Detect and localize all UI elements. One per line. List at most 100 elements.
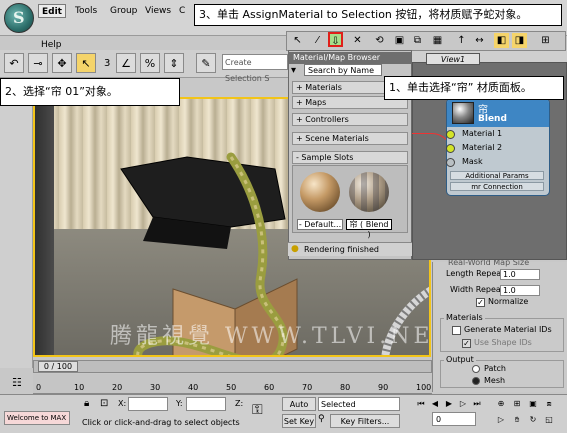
menu-views[interactable]: Views bbox=[142, 4, 174, 18]
zoom-extents-icon[interactable]: ▣ bbox=[526, 398, 540, 410]
undo-icon[interactable]: ↶ bbox=[4, 53, 24, 73]
length-repeat-label: Length Repeat: bbox=[446, 269, 507, 278]
mesh-label: Mesh bbox=[484, 376, 506, 385]
go-start-icon[interactable]: ⏮ bbox=[414, 398, 428, 410]
slot-material-2[interactable]: Material 2 bbox=[450, 142, 546, 154]
browser-search-field[interactable]: Search by Name ... bbox=[304, 64, 382, 86]
absolute-mode-icon[interactable]: ⊡ bbox=[100, 398, 108, 409]
track-tick-label: 70 bbox=[302, 383, 313, 392]
tab-view1[interactable]: View1 bbox=[426, 53, 480, 65]
maximize-viewport-icon[interactable]: ◱ bbox=[542, 414, 556, 426]
track-tick-label: 80 bbox=[340, 383, 351, 392]
key-filters-button[interactable]: Key Filters... bbox=[330, 414, 400, 428]
callout-step-2: 2、选择“帘 01”对象。 bbox=[0, 78, 180, 106]
time-slider-thumb[interactable]: 0 / 100 bbox=[38, 361, 78, 372]
select-link-icon[interactable]: ⊸ bbox=[28, 53, 48, 73]
rendering-status: Rendering finished bbox=[288, 242, 412, 256]
edit-named-selection-icon[interactable]: ✎ bbox=[196, 53, 216, 73]
mesh-radio[interactable] bbox=[472, 377, 480, 385]
use-shape-ids-checkbox[interactable]: ✓ bbox=[462, 339, 471, 348]
slot-mask[interactable]: Mask bbox=[450, 156, 546, 168]
rollout-controllers[interactable]: + Controllers bbox=[292, 113, 408, 126]
track-tick-label: 50 bbox=[226, 383, 237, 392]
generate-material-ids-label: Generate Material IDs bbox=[464, 325, 552, 334]
current-frame-field[interactable]: 0 bbox=[432, 412, 476, 426]
go-parent-icon[interactable]: ↑ bbox=[454, 33, 469, 48]
patch-label: Patch bbox=[484, 364, 506, 373]
time-slider[interactable] bbox=[33, 360, 432, 373]
browser-title: Material/Map Browser bbox=[289, 52, 411, 64]
layout-icon[interactable]: ⊞ bbox=[538, 33, 553, 48]
output-group-label: Output bbox=[444, 354, 476, 366]
reset-map-icon[interactable]: ⟲ bbox=[372, 33, 387, 48]
zoom-extents-all-icon[interactable]: ⧈ bbox=[542, 398, 556, 410]
delete-icon[interactable]: ✕ bbox=[350, 33, 365, 48]
watermark: 腾龍視覺 WWW.TLVI.NET bbox=[110, 324, 453, 349]
y-coordinate-field[interactable] bbox=[186, 397, 226, 411]
slot-label-blend: 帘 ( Blend ) bbox=[346, 219, 392, 239]
rollout-scene-materials[interactable]: + Scene Materials bbox=[292, 132, 408, 145]
selection-set-field[interactable]: Create Selection S bbox=[222, 54, 288, 83]
show-map-icon[interactable]: ◧ bbox=[494, 33, 509, 48]
field-of-view-icon[interactable]: ▷ bbox=[494, 414, 508, 426]
key-icon[interactable]: ⚿ bbox=[252, 402, 263, 418]
normalize-label: Normalize bbox=[488, 297, 529, 306]
show-end-icon[interactable]: ◨ bbox=[512, 33, 527, 48]
go-sibling-icon[interactable]: ↔ bbox=[472, 33, 487, 48]
pick-material-icon[interactable]: ⁄ bbox=[310, 33, 325, 48]
checker-icon[interactable]: ▦ bbox=[430, 33, 445, 48]
y-label: Y: bbox=[176, 399, 183, 408]
rollup-mr-connection[interactable]: mr Connection bbox=[450, 182, 544, 191]
rollout-sample-slots[interactable]: - Sample Slots bbox=[292, 151, 408, 164]
select-object-icon[interactable]: ↖ bbox=[76, 53, 96, 73]
menu-tools[interactable]: Tools bbox=[72, 4, 100, 18]
track-tick-label: 30 bbox=[150, 383, 161, 392]
zoom-icon[interactable]: ⊕ bbox=[494, 398, 508, 410]
select-arrow-icon[interactable]: ↖ bbox=[290, 33, 305, 48]
menu-edit[interactable]: Edit bbox=[38, 4, 66, 18]
menu-create[interactable]: C bbox=[176, 4, 188, 18]
mini-curve-icon[interactable]: ☷ bbox=[12, 376, 22, 389]
spinner-snap-icon[interactable]: ⇕ bbox=[164, 53, 184, 73]
left-tool-strip bbox=[0, 78, 33, 368]
auto-key-button[interactable]: Auto Key bbox=[282, 397, 316, 422]
orbit-icon[interactable]: ↻ bbox=[526, 414, 540, 426]
copy-material-icon[interactable]: ⧉ bbox=[410, 33, 425, 48]
put-to-library-icon[interactable]: ▣ bbox=[392, 33, 407, 48]
go-end-icon[interactable]: ⏭ bbox=[470, 398, 484, 410]
app-logo[interactable]: S bbox=[4, 3, 34, 33]
play-icon[interactable]: ▶︎ bbox=[442, 398, 456, 410]
move-icon[interactable]: ✥ bbox=[52, 53, 72, 73]
slot-material-1[interactable]: Material 1 bbox=[450, 128, 546, 140]
lock-icon[interactable]: 🔒︎ bbox=[84, 398, 89, 409]
track-tick-label: 0 bbox=[36, 383, 42, 392]
callout-step-1: 1、单击选择“帘” 材质面板。 bbox=[384, 76, 564, 100]
x-coordinate-field[interactable] bbox=[128, 397, 168, 411]
maxscript-listener[interactable]: Welcome to MAX bbox=[4, 411, 70, 425]
patch-radio[interactable] bbox=[472, 365, 480, 373]
zoom-all-icon[interactable]: ⊞ bbox=[510, 398, 524, 410]
key-filter-icon[interactable]: ⚲ bbox=[318, 414, 325, 424]
width-repeat-field[interactable]: 1.0 bbox=[500, 285, 540, 296]
prev-frame-icon[interactable]: ◀︎ bbox=[428, 398, 442, 410]
next-frame-icon[interactable]: ▷ bbox=[456, 398, 470, 410]
rollup-additional-params[interactable]: Additional Params bbox=[450, 171, 544, 180]
percent-snap-icon[interactable]: % bbox=[140, 53, 160, 73]
key-mode-dropdown[interactable]: Selected bbox=[318, 397, 400, 411]
assign-material-to-selection-icon[interactable]: ⇩ bbox=[328, 32, 343, 47]
menu-group[interactable]: Group bbox=[107, 4, 140, 18]
track-tick-label: 90 bbox=[378, 383, 389, 392]
status-prompt: Click or click-and-drag to select object… bbox=[82, 418, 240, 427]
generate-material-ids-checkbox[interactable] bbox=[452, 326, 461, 335]
pan-icon[interactable]: ✋︎ bbox=[510, 414, 524, 426]
track-tick-label: 10 bbox=[74, 383, 85, 392]
set-key-button[interactable]: Set Key bbox=[282, 414, 316, 428]
snap-3-label: 3 bbox=[104, 58, 111, 69]
node-thumbnail bbox=[452, 102, 474, 124]
sample-slot-default[interactable] bbox=[300, 172, 340, 212]
track-tick-label: 20 bbox=[112, 383, 123, 392]
angle-snap-icon[interactable]: ∠ bbox=[116, 53, 136, 73]
normalize-checkbox[interactable]: ✓ bbox=[476, 298, 485, 307]
length-repeat-field[interactable]: 1.0 bbox=[500, 269, 540, 280]
browser-menu-icon[interactable]: ▾ bbox=[291, 65, 296, 76]
